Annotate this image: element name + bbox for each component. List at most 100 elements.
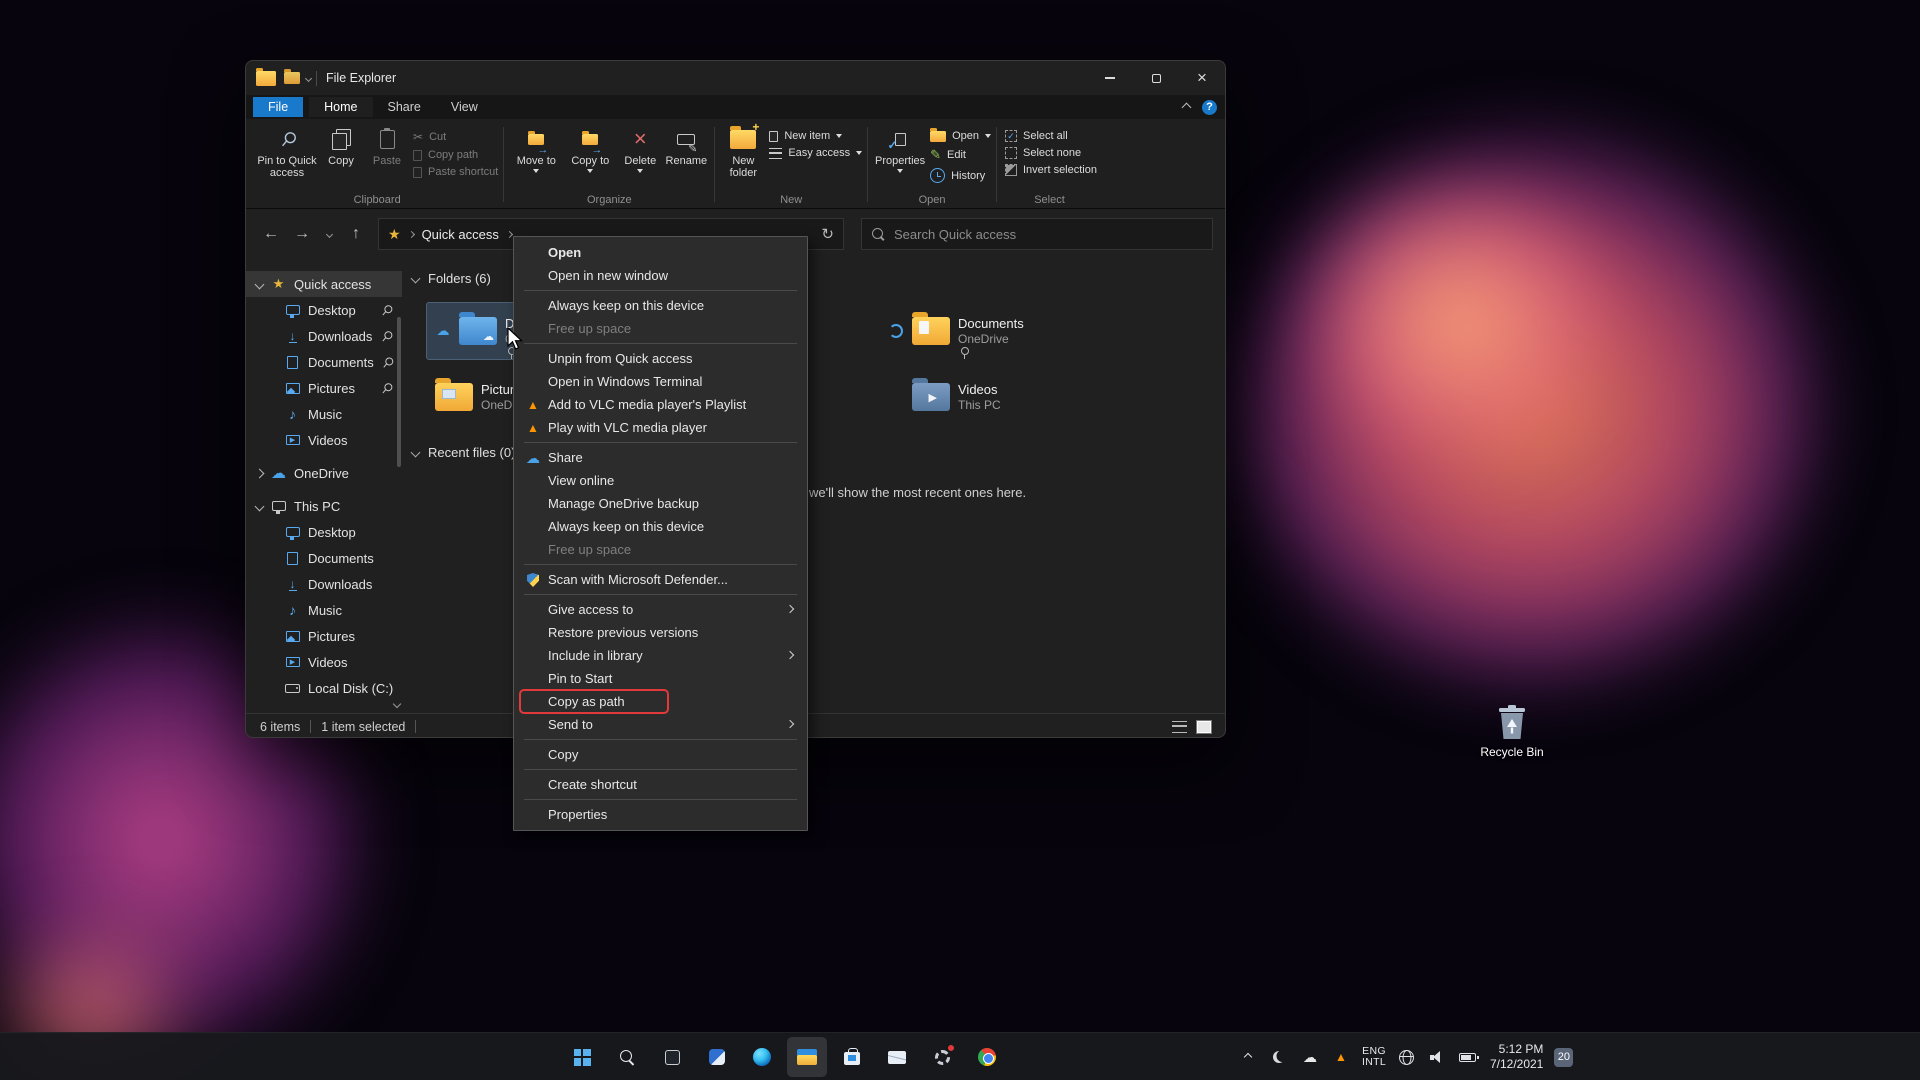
menu-item-include-in-library[interactable]: Include in library	[514, 644, 807, 667]
menu-item-vlc-play[interactable]: ▲ Play with VLC media player	[514, 416, 807, 439]
tab-file[interactable]: File	[253, 97, 304, 117]
menu-item-create-shortcut[interactable]: Create shortcut	[514, 773, 807, 796]
hidden-icons-chevron-icon[interactable]	[1238, 1047, 1258, 1067]
recent-files-section-header[interactable]: Recent files (0)	[410, 445, 515, 460]
chrome-button[interactable]	[967, 1037, 1007, 1077]
new-item-button[interactable]: New item	[769, 130, 862, 142]
minimize-button[interactable]	[1087, 61, 1133, 95]
menu-item-manage-onedrive-backup[interactable]: Manage OneDrive backup	[514, 492, 807, 515]
menu-item-vlc-add-playlist[interactable]: ▲ Add to VLC media player's Playlist	[514, 393, 807, 416]
folder-tile-documents[interactable]: Documents OneDrive	[880, 303, 1092, 359]
onedrive-icon[interactable]: ☁	[1300, 1047, 1320, 1067]
recycle-bin[interactable]: Recycle Bin	[1478, 702, 1546, 759]
scroll-down-icon[interactable]	[392, 699, 402, 709]
folders-section-header[interactable]: Folders (6)	[410, 271, 491, 286]
quick-access-toolbar-folder-icon[interactable]	[284, 69, 300, 84]
edge-button[interactable]	[742, 1037, 782, 1077]
invert-selection-button[interactable]: Invert selection	[1005, 164, 1097, 176]
sidebar-item-desktop[interactable]: Desktop	[246, 297, 402, 323]
select-none-button[interactable]: Select none	[1005, 147, 1097, 159]
help-icon[interactable]: ?	[1202, 99, 1217, 115]
sidebar-item-pc-desktop[interactable]: Desktop	[246, 519, 402, 545]
close-button[interactable]: ×	[1179, 61, 1225, 95]
rename-button[interactable]: ✎ Rename	[663, 122, 709, 167]
file-explorer-button[interactable]	[787, 1037, 827, 1077]
menu-item-view-online[interactable]: View online	[514, 469, 807, 492]
sidebar-item-this-pc[interactable]: This PC	[246, 493, 402, 519]
sidebar-item-pictures[interactable]: Pictures	[246, 375, 402, 401]
delete-button[interactable]: × Delete	[617, 122, 663, 173]
widgets-button[interactable]	[697, 1037, 737, 1077]
menu-item-always-keep-on-device-2[interactable]: Always keep on this device	[514, 515, 807, 538]
expand-chevron-icon[interactable]	[254, 468, 265, 478]
menu-item-copy-as-path[interactable]: Copy as path	[514, 689, 807, 714]
sidebar-item-onedrive[interactable]: ☁ OneDrive	[246, 460, 402, 486]
search-box[interactable]: Search Quick access	[861, 218, 1213, 250]
paste-shortcut-button[interactable]: Paste shortcut	[413, 166, 498, 178]
sidebar-item-local-disk-c[interactable]: Local Disk (C:)	[246, 675, 402, 701]
copy-path-button[interactable]: Copy path	[413, 149, 498, 161]
copy-to-button[interactable]: → Copy to	[563, 122, 617, 173]
microsoft-store-button[interactable]	[832, 1037, 872, 1077]
paste-button[interactable]: Paste	[364, 122, 410, 167]
open-button[interactable]: Open	[930, 127, 991, 142]
settings-button[interactable]	[922, 1037, 962, 1077]
quick-access-toolbar-chevron-icon[interactable]	[304, 74, 313, 82]
sidebar-item-pc-downloads[interactable]: ↓ Downloads	[246, 571, 402, 597]
titlebar[interactable]: File Explorer ×	[246, 61, 1225, 95]
sidebar-item-pc-documents[interactable]: Documents	[246, 545, 402, 571]
properties-button[interactable]: ✓ Properties	[873, 122, 927, 173]
tab-home[interactable]: Home	[309, 97, 373, 117]
new-folder-button[interactable]: + New folder	[720, 121, 766, 179]
moon-icon[interactable]	[1269, 1047, 1289, 1067]
breadcrumb-chevron-icon[interactable]	[505, 230, 513, 238]
taskbar-clock[interactable]: 5:12 PM 7/12/2021	[1490, 1042, 1543, 1072]
pin-to-quick-access-button[interactable]: Pin to Quick access	[256, 122, 318, 179]
taskbar-search-button[interactable]	[607, 1037, 647, 1077]
copy-button[interactable]: Copy	[318, 122, 364, 167]
tab-view[interactable]: View	[436, 97, 493, 117]
task-view-button[interactable]	[652, 1037, 692, 1077]
sidebar-item-downloads[interactable]: ↓ Downloads	[246, 323, 402, 349]
details-view-icon[interactable]	[1172, 720, 1187, 733]
history-button[interactable]: History	[930, 168, 991, 183]
battery-icon[interactable]	[1459, 1047, 1479, 1067]
maximize-button[interactable]	[1133, 61, 1179, 95]
menu-item-open-in-windows-terminal[interactable]: Open in Windows Terminal	[514, 370, 807, 393]
ribbon-collapse-icon[interactable]	[1181, 102, 1192, 112]
menu-item-scan-with-defender[interactable]: Scan with Microsoft Defender...	[514, 568, 807, 591]
menu-item-share[interactable]: ☁ Share	[514, 446, 807, 469]
menu-item-always-keep-on-device[interactable]: Always keep on this device	[514, 294, 807, 317]
move-to-button[interactable]: → Move to	[509, 122, 563, 173]
sidebar-item-pc-pictures[interactable]: Pictures	[246, 623, 402, 649]
sidebar-item-pc-music[interactable]: ♪ Music	[246, 597, 402, 623]
menu-item-unpin-from-quick-access[interactable]: Unpin from Quick access	[514, 347, 807, 370]
menu-item-pin-to-start[interactable]: Pin to Start	[514, 667, 807, 690]
sidebar-item-documents[interactable]: Documents	[246, 349, 402, 375]
vlc-icon[interactable]: ▲	[1331, 1047, 1351, 1067]
menu-item-open-in-new-window[interactable]: Open in new window	[514, 264, 807, 287]
menu-item-copy[interactable]: Copy	[514, 743, 807, 766]
sidebar-item-music[interactable]: ♪ Music	[246, 401, 402, 427]
sidebar-item-quick-access[interactable]: ★ Quick access	[246, 271, 402, 297]
breadcrumb-chevron-icon[interactable]	[407, 230, 415, 238]
up-button[interactable]: ↑	[343, 221, 369, 247]
folder-tile-videos[interactable]: ▶ Videos This PC	[880, 369, 1092, 425]
tab-share[interactable]: Share	[373, 97, 436, 117]
menu-item-restore-previous-versions[interactable]: Restore previous versions	[514, 621, 807, 644]
language-indicator[interactable]: ENG INTL	[1362, 1045, 1386, 1069]
edit-button[interactable]: ✎ Edit	[930, 147, 991, 163]
menu-item-open[interactable]: Open	[514, 241, 807, 264]
notification-count-badge[interactable]: 20	[1554, 1047, 1574, 1067]
start-button[interactable]	[562, 1037, 602, 1077]
refresh-icon[interactable]: ↻	[821, 225, 834, 243]
easy-access-button[interactable]: Easy access	[769, 147, 863, 159]
select-all-button[interactable]: ✓ Select all	[1005, 130, 1097, 142]
menu-item-properties[interactable]: Properties	[514, 803, 807, 826]
breadcrumb[interactable]: Quick access	[422, 227, 499, 242]
network-icon[interactable]	[1397, 1047, 1417, 1067]
mail-button[interactable]	[877, 1037, 917, 1077]
volume-icon[interactable]	[1428, 1047, 1448, 1067]
sidebar-item-videos[interactable]: ▶ Videos	[246, 427, 402, 453]
recent-locations-chevron-icon[interactable]	[320, 221, 338, 247]
